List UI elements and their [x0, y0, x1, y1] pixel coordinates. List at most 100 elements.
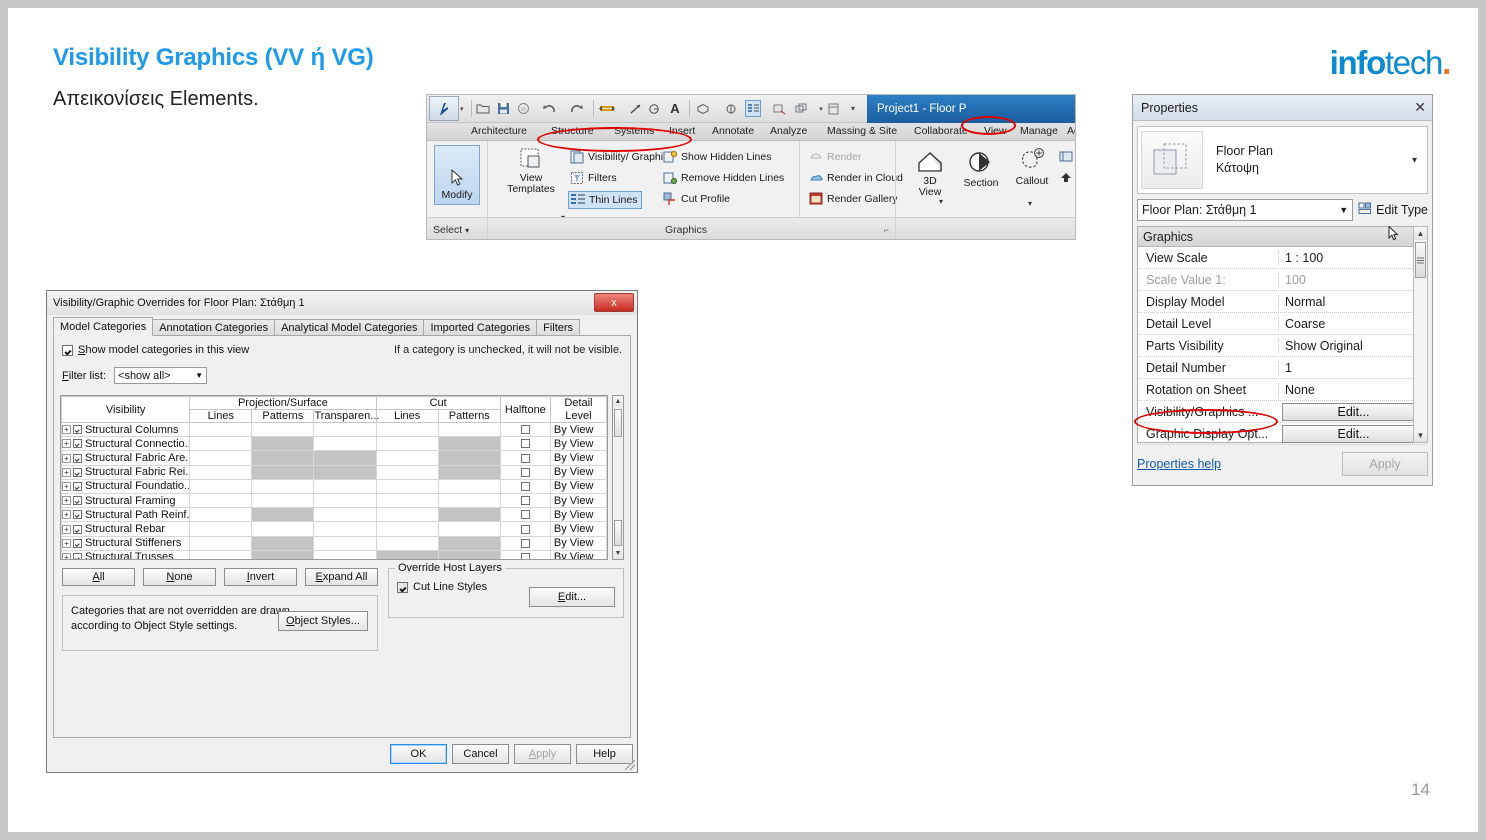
- scrollbar-thumb[interactable]: [614, 409, 622, 437]
- header-visibility[interactable]: Visibility: [61, 396, 191, 423]
- properties-help-link[interactable]: Properties help: [1137, 457, 1221, 471]
- table-row[interactable]: + Structural Foundatio... By View: [61, 478, 607, 494]
- properties-scrollbar[interactable]: ▲ ▼: [1413, 226, 1428, 443]
- section-box-icon[interactable]: [723, 100, 739, 117]
- filter-list-combobox[interactable]: <show all> ▼: [114, 367, 208, 384]
- app-menu-caret-icon[interactable]: ▾: [460, 105, 464, 113]
- projection-transparency-cell[interactable]: [313, 436, 377, 452]
- scrollbar-thumb-lower[interactable]: [614, 520, 622, 546]
- application-menu-icon[interactable]: [429, 96, 459, 121]
- detail-level-cell[interactable]: By View: [549, 464, 607, 480]
- category-visibility-checkbox[interactable]: [73, 510, 82, 520]
- detail-level-cell[interactable]: By View: [549, 521, 607, 537]
- cut-patterns-cell[interactable]: [437, 464, 501, 480]
- visibility-graphics-command[interactable]: Visibility/ Graphics: [570, 150, 674, 164]
- halftone-checkbox[interactable]: [520, 425, 530, 435]
- undo-icon[interactable]: [541, 100, 557, 117]
- none-button[interactable]: None: [143, 568, 216, 586]
- cut-patterns-cell[interactable]: [437, 535, 501, 551]
- sync-icon[interactable]: [515, 100, 531, 117]
- detail-level-cell[interactable]: By View: [549, 507, 607, 523]
- open-icon[interactable]: [475, 100, 491, 117]
- category-name-cell[interactable]: + Structural Framing: [61, 492, 191, 509]
- default-3d-view-icon[interactable]: [695, 100, 711, 117]
- projection-lines-cell[interactable]: [189, 492, 253, 509]
- halftone-cell[interactable]: [499, 436, 551, 452]
- cut-lines-cell[interactable]: [375, 464, 439, 480]
- ribbon-tab-collaborate[interactable]: Collaborate: [914, 125, 968, 137]
- expand-plus-icon[interactable]: +: [62, 524, 71, 534]
- scroll-down-icon[interactable]: ▼: [1414, 429, 1427, 442]
- cut-line-styles-checkbox[interactable]: [397, 581, 408, 593]
- projection-transparency-cell[interactable]: [313, 492, 377, 509]
- scroll-up-icon[interactable]: ▲: [613, 396, 623, 407]
- projection-lines-cell[interactable]: [189, 464, 253, 480]
- halftone-checkbox[interactable]: [520, 439, 530, 449]
- cut-patterns-cell[interactable]: [437, 549, 501, 559]
- projection-transparency-cell[interactable]: [313, 507, 377, 523]
- detail-level-cell[interactable]: By View: [549, 478, 607, 494]
- projection-patterns-cell[interactable]: [251, 521, 315, 537]
- property-row-detail-number[interactable]: Detail Number 1: [1138, 357, 1427, 379]
- visibility-graphics-edit-button[interactable]: Edit...: [1282, 402, 1425, 421]
- save-icon[interactable]: [495, 100, 511, 117]
- 3d-view-button[interactable]: 3D View: [907, 147, 953, 198]
- property-row-display-model[interactable]: Display Model Normal: [1138, 291, 1427, 313]
- halftone-checkbox[interactable]: [520, 496, 530, 506]
- thin-lines-command[interactable]: Thin Lines: [568, 191, 643, 209]
- close-hidden-windows-icon[interactable]: [771, 100, 787, 117]
- projection-lines-cell[interactable]: [189, 535, 253, 551]
- render-in-cloud-command[interactable]: Render in Cloud: [809, 171, 903, 185]
- halftone-cell[interactable]: [499, 450, 551, 466]
- category-visibility-checkbox[interactable]: [73, 496, 82, 506]
- close-icon[interactable]: ✕: [1414, 99, 1426, 116]
- cancel-button[interactable]: Cancel: [452, 744, 509, 764]
- projection-transparency-cell[interactable]: [313, 535, 377, 551]
- property-row-view-scale[interactable]: View Scale 1 : 100: [1138, 247, 1427, 269]
- projection-patterns-cell[interactable]: [251, 436, 315, 452]
- category-visibility-checkbox[interactable]: [73, 425, 82, 435]
- detail-level-cell[interactable]: By View: [549, 421, 607, 438]
- tab-model-categories[interactable]: Model Categories: [53, 317, 154, 336]
- host-layers-edit-button[interactable]: Edit...: [529, 587, 615, 607]
- switch-windows-icon[interactable]: [793, 100, 809, 117]
- view-templates-button[interactable]: View Templates: [503, 147, 559, 195]
- filters-command[interactable]: Filters: [570, 171, 617, 185]
- ribbon-tab-insert[interactable]: Insert: [669, 125, 695, 137]
- scroll-up-icon[interactable]: ▲: [1414, 227, 1427, 240]
- halftone-checkbox[interactable]: [520, 538, 530, 548]
- ribbon-tab-add-ins[interactable]: Ad: [1067, 125, 1075, 137]
- halftone-checkbox[interactable]: [520, 552, 530, 559]
- callout-caret-icon[interactable]: ▾: [1028, 199, 1032, 208]
- properties-type-preview[interactable]: Floor Plan Κάτοψη ▾: [1137, 126, 1428, 194]
- expand-plus-icon[interactable]: +: [62, 538, 71, 548]
- section-button[interactable]: Section: [955, 147, 1007, 189]
- projection-patterns-cell[interactable]: [251, 507, 315, 523]
- dimension-icon[interactable]: [647, 100, 663, 117]
- cut-patterns-cell[interactable]: [437, 421, 501, 438]
- ribbon-tab-structure[interactable]: Structure: [551, 125, 594, 137]
- projection-transparency-cell[interactable]: [313, 421, 377, 438]
- projection-transparency-cell[interactable]: [313, 521, 377, 537]
- invert-button[interactable]: Invert: [224, 568, 297, 586]
- projection-lines-cell[interactable]: [189, 507, 253, 523]
- halftone-cell[interactable]: [499, 549, 551, 559]
- show-model-categories-checkbox[interactable]: [62, 344, 73, 356]
- redo-icon[interactable]: [568, 100, 584, 117]
- projection-patterns-cell[interactable]: [251, 549, 315, 559]
- property-row-graphic-display-options[interactable]: Graphic Display Opt... Edit...: [1138, 423, 1427, 445]
- cut-patterns-cell[interactable]: [437, 450, 501, 466]
- expand-plus-icon[interactable]: +: [62, 467, 71, 477]
- cut-lines-cell[interactable]: [375, 492, 439, 509]
- header-detail-level[interactable]: Detail Level: [549, 396, 607, 423]
- projection-patterns-cell[interactable]: [251, 450, 315, 466]
- tab-filters[interactable]: Filters: [536, 319, 581, 336]
- expand-all-button[interactable]: Expand All: [305, 568, 378, 586]
- expand-plus-icon[interactable]: +: [62, 552, 71, 559]
- expand-plus-icon[interactable]: +: [62, 481, 71, 491]
- scroll-down-icon[interactable]: ▼: [613, 548, 623, 559]
- ribbon-tab-systems[interactable]: Systems: [614, 125, 654, 137]
- property-row-rotation-on-sheet[interactable]: Rotation on Sheet None: [1138, 379, 1427, 401]
- cut-patterns-cell[interactable]: [437, 507, 501, 523]
- table-row[interactable]: + Structural Framing By View: [61, 492, 607, 509]
